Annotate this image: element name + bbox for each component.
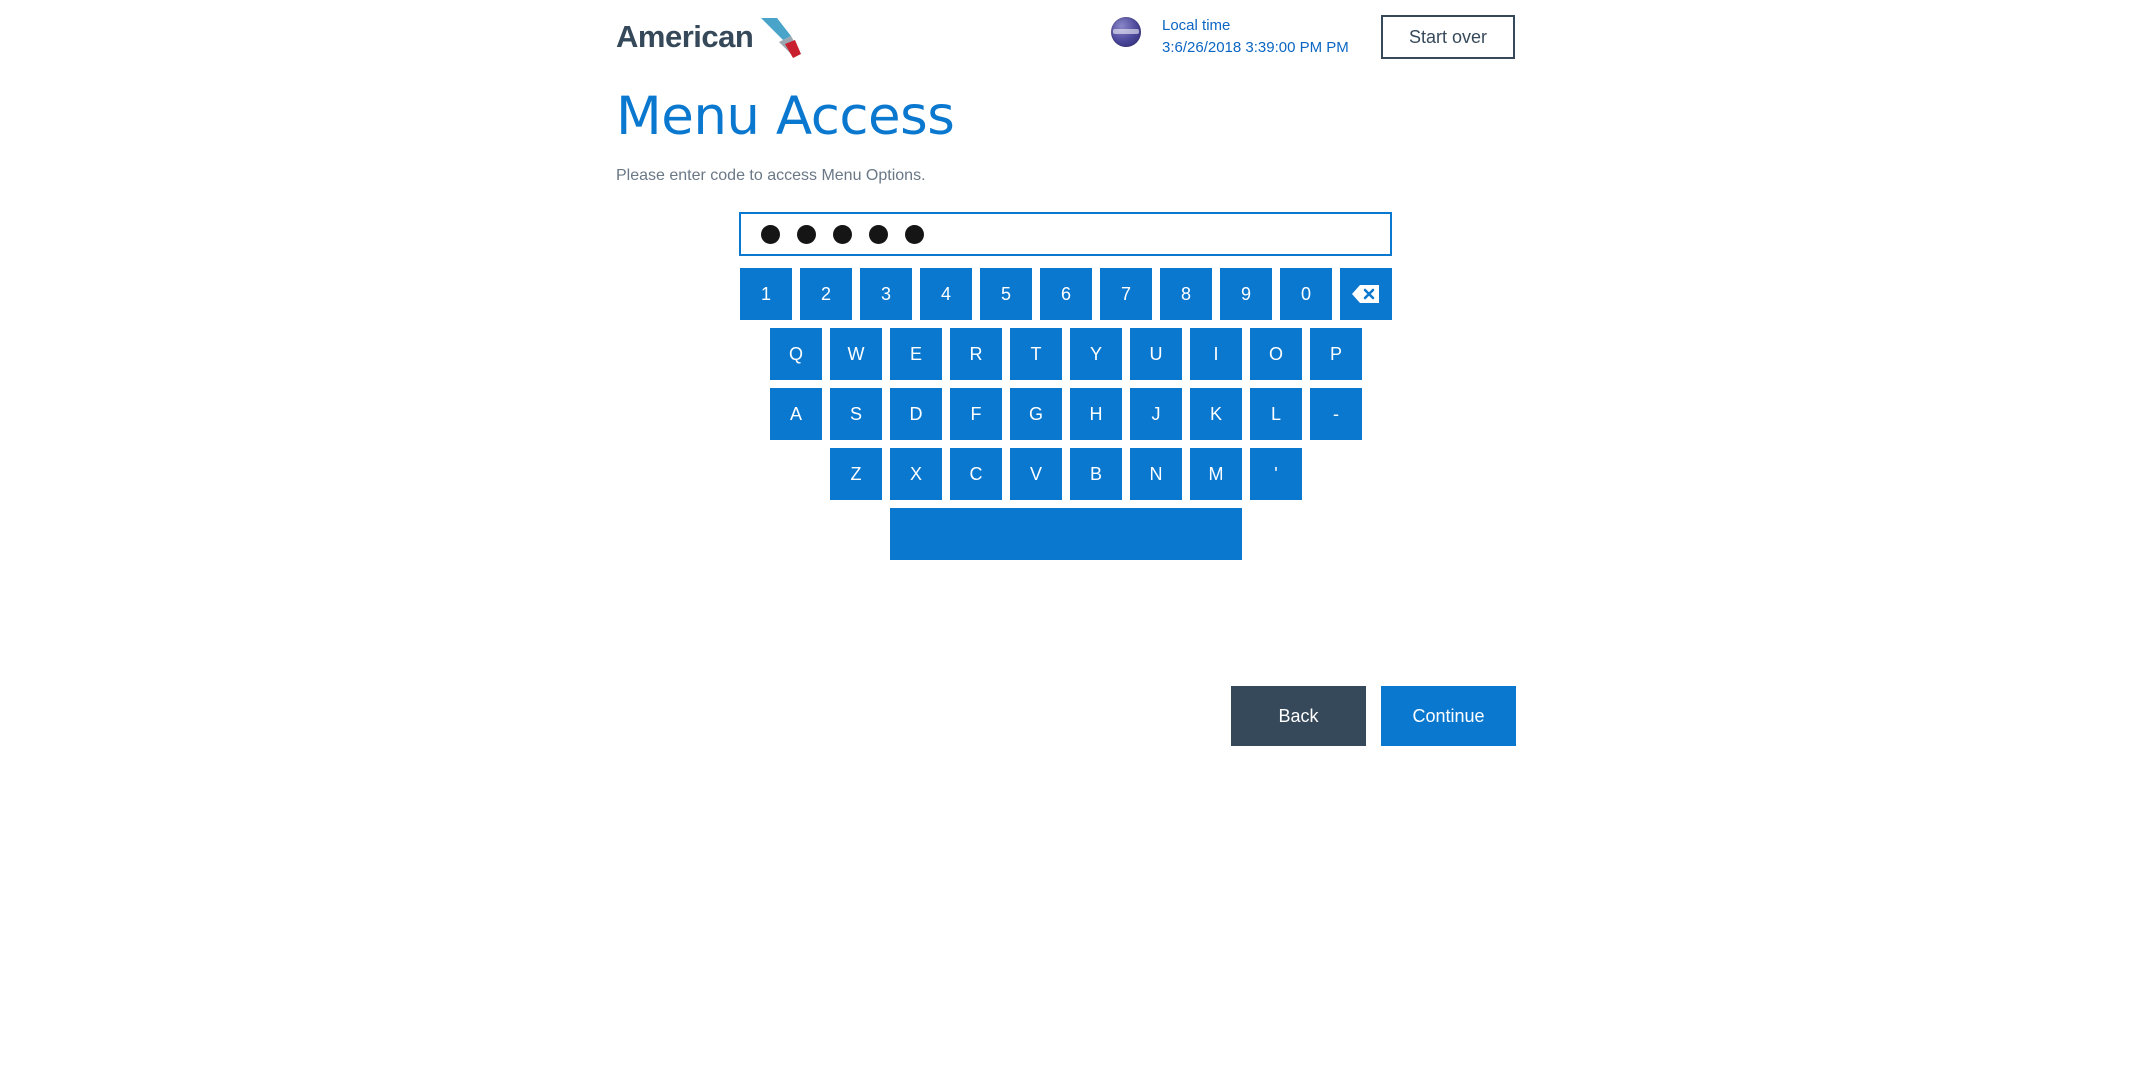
key-1[interactable]: 1 xyxy=(740,268,792,320)
key-m[interactable]: M xyxy=(1190,448,1242,500)
instruction-text: Please enter code to access Menu Options… xyxy=(616,167,926,184)
key-6[interactable]: 6 xyxy=(1040,268,1092,320)
key-z[interactable]: Z xyxy=(830,448,882,500)
key-o[interactable]: O xyxy=(1250,328,1302,380)
key-h[interactable]: H xyxy=(1070,388,1122,440)
page-title: Menu Access xyxy=(616,86,955,147)
key-q[interactable]: Q xyxy=(770,328,822,380)
key-9[interactable]: 9 xyxy=(1220,268,1272,320)
key-2[interactable]: 2 xyxy=(800,268,852,320)
masked-character-dot xyxy=(797,224,816,244)
key-apostrophe[interactable]: ' xyxy=(1250,448,1302,500)
globe-icon xyxy=(1111,17,1141,47)
back-button[interactable]: Back xyxy=(1231,686,1366,746)
key-0[interactable]: 0 xyxy=(1280,268,1332,320)
key-a[interactable]: A xyxy=(770,388,822,440)
masked-character-dot xyxy=(905,224,924,244)
masked-character-dot xyxy=(761,224,780,244)
key-b[interactable]: B xyxy=(1070,448,1122,500)
key-5[interactable]: 5 xyxy=(980,268,1032,320)
local-time-label: Local time xyxy=(1162,17,1231,34)
key-r[interactable]: R xyxy=(950,328,1002,380)
american-airlines-logo: American xyxy=(616,14,805,60)
backspace-icon xyxy=(1352,285,1379,303)
key-v[interactable]: V xyxy=(1010,448,1062,500)
key-t[interactable]: T xyxy=(1010,328,1062,380)
key-l[interactable]: L xyxy=(1250,388,1302,440)
key-y[interactable]: Y xyxy=(1070,328,1122,380)
menu-access-screen: American Local time 3:6/26/2018 3:39:00 … xyxy=(0,0,2134,1073)
masked-character-dot xyxy=(833,224,852,244)
key-w[interactable]: W xyxy=(830,328,882,380)
masked-character-dot xyxy=(869,224,888,244)
space-key[interactable] xyxy=(890,508,1242,560)
key-8[interactable]: 8 xyxy=(1160,268,1212,320)
access-code-input[interactable] xyxy=(739,212,1392,256)
backspace-key[interactable] xyxy=(1340,268,1392,320)
key-g[interactable]: G xyxy=(1010,388,1062,440)
key-u[interactable]: U xyxy=(1130,328,1182,380)
key-j[interactable]: J xyxy=(1130,388,1182,440)
key-d[interactable]: D xyxy=(890,388,942,440)
key-4[interactable]: 4 xyxy=(920,268,972,320)
key-7[interactable]: 7 xyxy=(1100,268,1152,320)
continue-button[interactable]: Continue xyxy=(1381,686,1516,746)
key-k[interactable]: K xyxy=(1190,388,1242,440)
key-e[interactable]: E xyxy=(890,328,942,380)
key-i[interactable]: I xyxy=(1190,328,1242,380)
key-n[interactable]: N xyxy=(1130,448,1182,500)
key-hyphen[interactable]: - xyxy=(1310,388,1362,440)
logo-wordmark: American xyxy=(616,19,754,54)
local-time-value: 3:6/26/2018 3:39:00 PM PM xyxy=(1162,39,1349,56)
key-f[interactable]: F xyxy=(950,388,1002,440)
key-3[interactable]: 3 xyxy=(860,268,912,320)
local-time: Local time 3:6/26/2018 3:39:00 PM PM xyxy=(1162,15,1349,59)
flight-symbol-icon xyxy=(757,14,805,60)
key-s[interactable]: S xyxy=(830,388,882,440)
key-p[interactable]: P xyxy=(1310,328,1362,380)
start-over-button[interactable]: Start over xyxy=(1381,15,1515,59)
key-x[interactable]: X xyxy=(890,448,942,500)
key-c[interactable]: C xyxy=(950,448,1002,500)
